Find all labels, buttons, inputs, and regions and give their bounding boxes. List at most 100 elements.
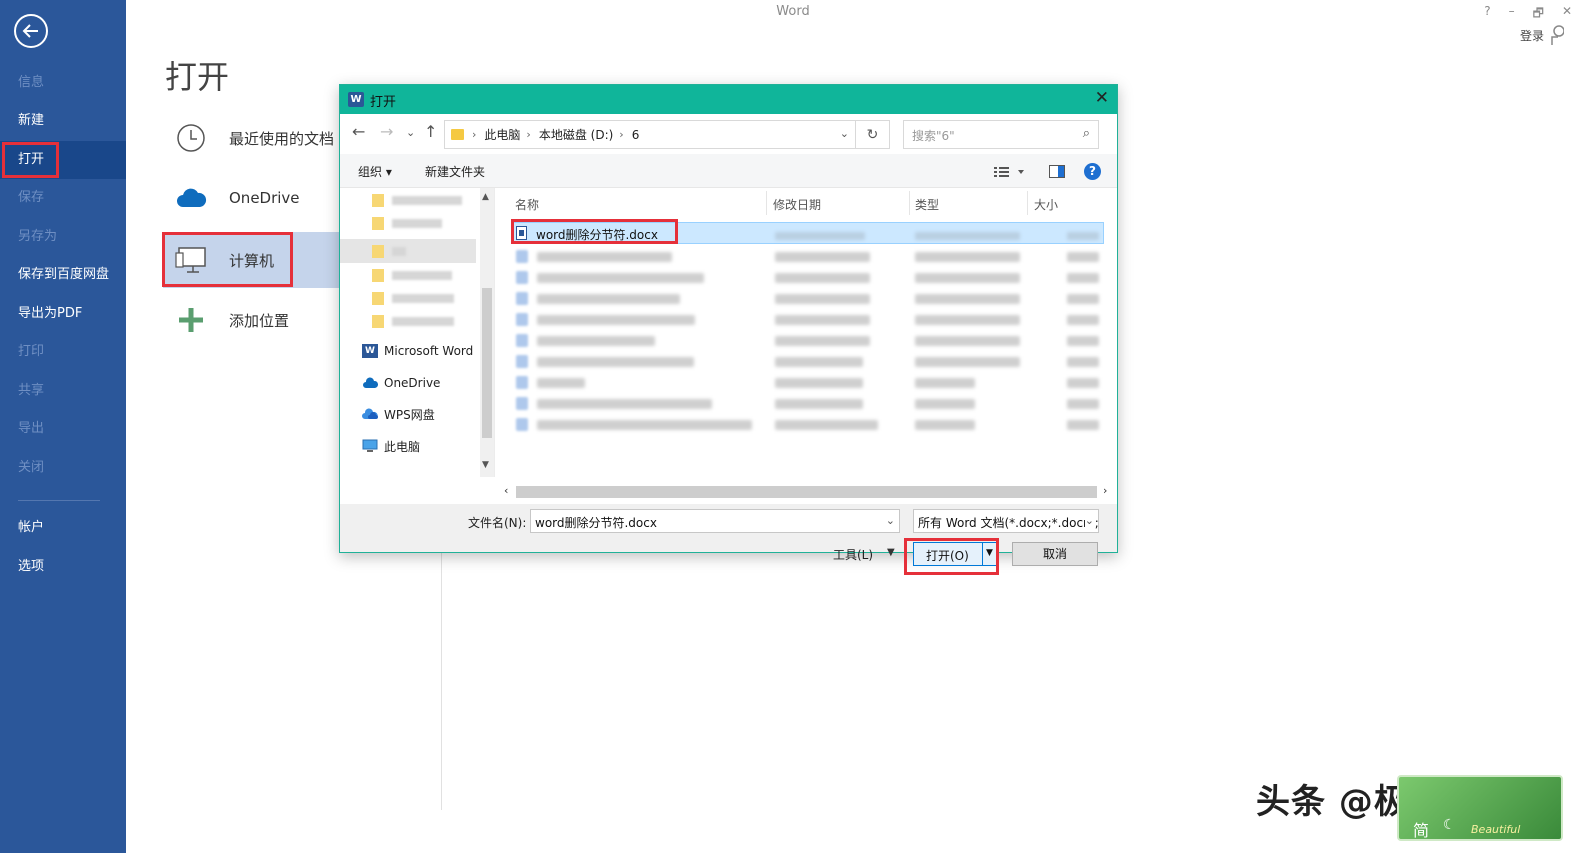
nav-options[interactable]: 选项 xyxy=(0,548,126,586)
tree-item-onedrive[interactable]: OneDrive xyxy=(362,373,440,393)
refresh-button[interactable]: ↻ xyxy=(856,120,890,149)
close-window-button[interactable]: ✕ xyxy=(1562,4,1572,25)
blurred-type xyxy=(915,294,1020,304)
tools-dropdown-icon[interactable]: ▼ xyxy=(887,547,895,558)
help-window-button[interactable]: ? xyxy=(1484,4,1490,25)
chevron-right-icon: › xyxy=(619,128,624,141)
nav-open[interactable]: 打开 xyxy=(0,141,126,179)
chevron-down-icon[interactable]: ⌄ xyxy=(1084,514,1094,527)
address-bar[interactable]: › 此电脑 › 本地磁盘 (D:) › 6 ⌄ xyxy=(444,120,856,149)
preview-pane-icon[interactable] xyxy=(1049,165,1065,178)
scroll-right-icon[interactable]: › xyxy=(1103,484,1107,497)
nav-save[interactable]: 保存 xyxy=(0,179,126,217)
chevron-right-icon: › xyxy=(472,128,477,141)
help-icon[interactable]: ? xyxy=(1084,163,1101,180)
blurred-file-name xyxy=(537,315,695,325)
scroll-down-icon[interactable]: ▼ xyxy=(482,460,489,470)
nav-new[interactable]: 新建 xyxy=(0,102,126,140)
tree-item-wps-cloud[interactable]: WPS网盘 xyxy=(362,404,435,424)
person-icon xyxy=(1551,25,1564,45)
organize-menu[interactable]: 组织 ▾ xyxy=(358,163,392,180)
view-options-icon[interactable] xyxy=(994,166,1024,178)
new-folder-button[interactable]: 新建文件夹 xyxy=(425,163,485,180)
place-computer-label: 计算机 xyxy=(229,251,275,270)
back-nav-button[interactable]: ← xyxy=(352,122,365,141)
sign-in-link[interactable]: 登录 xyxy=(1520,27,1544,44)
nav-info[interactable]: 信息 xyxy=(0,64,126,102)
file-list-hscrollbar[interactable]: ‹ › xyxy=(500,484,1117,500)
breadcrumb-folder-6[interactable]: 6 xyxy=(632,128,640,142)
search-input[interactable]: 搜索"6" ⌕ xyxy=(903,120,1099,149)
nav-export-pdf[interactable]: 导出为PDF xyxy=(0,295,126,333)
chevron-down-icon[interactable]: ⌄ xyxy=(886,514,895,527)
word-icon: W xyxy=(348,92,364,107)
forward-nav-button[interactable]: → xyxy=(380,122,393,141)
nav-close[interactable]: 关闭 xyxy=(0,449,126,487)
blurred-folder[interactable] xyxy=(372,291,472,306)
place-computer[interactable]: 计算机 xyxy=(163,232,343,288)
blurred-file-name xyxy=(537,273,704,283)
breadcrumb-this-pc[interactable]: 此电脑 xyxy=(484,126,520,143)
scroll-left-icon[interactable]: ‹ xyxy=(504,484,508,497)
blurred-size xyxy=(1067,336,1099,346)
nav-share[interactable]: 共享 xyxy=(0,372,126,410)
blurred-date xyxy=(775,420,878,430)
filename-input[interactable]: word删除分节符.docx ⌄ xyxy=(530,509,900,533)
file-type-filter[interactable]: 所有 Word 文档(*.docx;*.docm;*.dotx;*.dotm;*… xyxy=(913,509,1099,533)
blurred-folder[interactable] xyxy=(372,244,472,259)
blurred-date xyxy=(775,378,863,388)
blurred-folder[interactable] xyxy=(372,193,472,208)
blurred-file-icon xyxy=(516,250,528,263)
place-add-location[interactable]: 添加位置 xyxy=(163,292,343,348)
blurred-type xyxy=(915,378,975,388)
place-recent[interactable]: 最近使用的文档 xyxy=(163,110,343,166)
minimize-button[interactable]: – xyxy=(1509,4,1515,25)
cancel-button[interactable]: 取消 xyxy=(1012,542,1098,566)
up-nav-button[interactable]: ↑ xyxy=(424,122,437,141)
nav-scrollbar[interactable]: ▲ ▼ xyxy=(480,188,494,477)
blurred-folder[interactable] xyxy=(372,314,472,329)
blurred-type xyxy=(915,315,1020,325)
tree-item-label: 此电脑 xyxy=(384,439,421,454)
blurred-type xyxy=(915,252,1020,262)
scroll-up-icon[interactable]: ▲ xyxy=(482,192,489,202)
nav-scrollbar-thumb[interactable] xyxy=(482,288,492,438)
nav-export[interactable]: 导出 xyxy=(0,410,126,448)
recent-locations-button[interactable]: ⌄ xyxy=(406,126,415,139)
tree-item-this-pc[interactable]: 此电脑 xyxy=(362,436,420,456)
back-arrow-icon xyxy=(22,24,38,38)
blurred-size xyxy=(1067,399,1099,409)
blurred-folder[interactable] xyxy=(372,216,472,231)
blurred-file-name xyxy=(537,357,694,367)
word-icon: W xyxy=(362,344,378,358)
blurred-date xyxy=(775,399,863,409)
back-button[interactable] xyxy=(14,14,48,48)
blurred-size xyxy=(1067,294,1099,304)
tools-menu[interactable]: 工具(L) xyxy=(833,546,873,563)
nav-save-as[interactable]: 另存为 xyxy=(0,218,126,256)
breadcrumb-drive-d[interactable]: 本地磁盘 (D:) xyxy=(539,126,613,143)
blurred-file-icon xyxy=(516,313,528,326)
column-name[interactable]: 名称 xyxy=(515,196,539,213)
restore-button[interactable]: 🗗 xyxy=(1533,4,1544,25)
open-button[interactable]: 打开(O) ▼ xyxy=(913,542,999,566)
tree-item-microsoft-word[interactable]: W Microsoft Word xyxy=(362,341,473,361)
split-divider xyxy=(982,543,983,565)
open-dropdown-icon[interactable]: ▼ xyxy=(986,548,993,558)
blurred-folder[interactable] xyxy=(372,268,472,283)
column-modified[interactable]: 修改日期 xyxy=(773,196,821,213)
nav-save-to-baidu[interactable]: 保存到百度网盘 xyxy=(0,256,126,294)
chevron-right-icon: › xyxy=(526,128,531,141)
chevron-down-icon[interactable]: ⌄ xyxy=(840,127,849,140)
blurred-file-name xyxy=(537,378,585,388)
column-size[interactable]: 大小 xyxy=(1034,196,1058,213)
watermark-badge-script: Beautiful xyxy=(1471,823,1521,836)
hscrollbar-thumb[interactable] xyxy=(516,486,1097,498)
nav-account[interactable]: 帐户 xyxy=(0,509,126,547)
place-onedrive[interactable]: OneDrive xyxy=(163,170,343,226)
selected-file-name[interactable]: word删除分节符.docx xyxy=(536,226,658,243)
dialog-close-button[interactable]: ✕ xyxy=(1095,88,1109,108)
column-type[interactable]: 类型 xyxy=(915,196,939,213)
place-add-location-label: 添加位置 xyxy=(229,311,290,330)
nav-print[interactable]: 打印 xyxy=(0,333,126,371)
